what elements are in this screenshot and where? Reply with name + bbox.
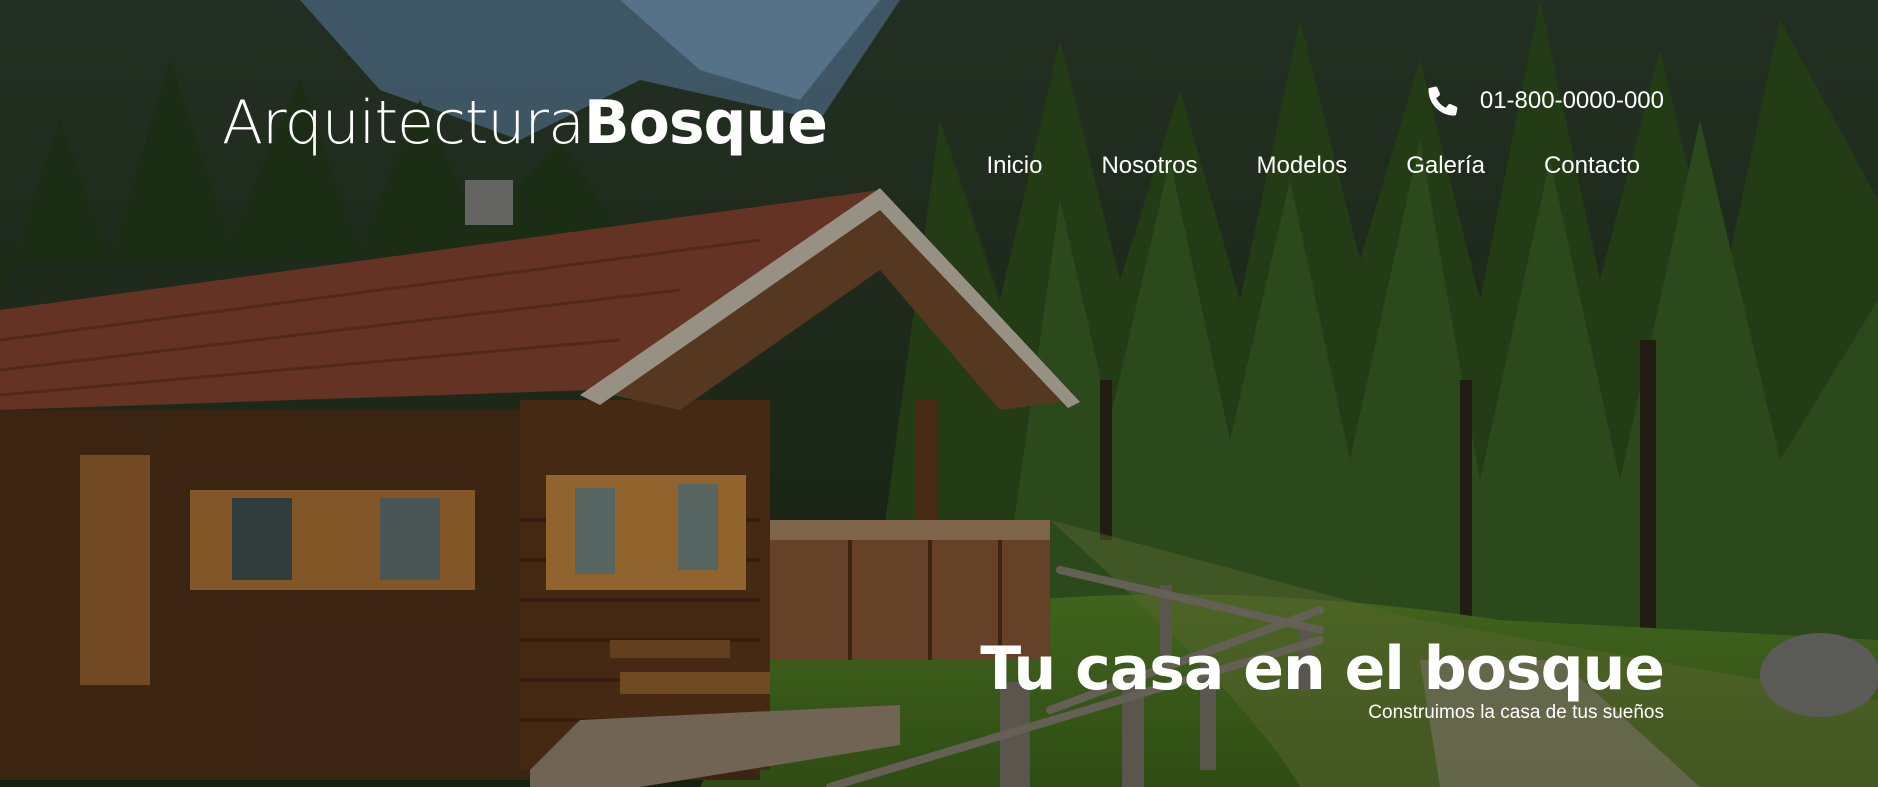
phone-number: 01-800-0000-000 xyxy=(1479,87,1664,114)
brand-logo[interactable]: ArquitecturaBosque xyxy=(222,88,828,158)
nav-item-inicio[interactable]: Inicio xyxy=(986,152,1042,180)
hero-subtitle: Construimos la casa de tus sueños xyxy=(1368,702,1664,723)
nav-item-modelos[interactable]: Modelos xyxy=(1257,152,1348,180)
phone-icon xyxy=(1424,82,1462,120)
nav-item-galeria[interactable]: Galería xyxy=(1406,152,1485,180)
nav-item-contacto[interactable]: Contacto xyxy=(1544,152,1640,180)
hero-section: ArquitecturaBosque 01-800-0000-000 Inici… xyxy=(0,0,1878,787)
hero-title: Tu casa en el bosque xyxy=(980,634,1665,704)
phone-contact[interactable]: 01-800-0000-000 xyxy=(1424,82,1664,120)
nav-item-nosotros[interactable]: Nosotros xyxy=(1101,152,1197,180)
brand-name-light: Arquitectura xyxy=(222,88,585,158)
hero-headline: Tu casa en el bosque Construimos la casa… xyxy=(980,634,1665,724)
main-nav: Inicio Nosotros Modelos Galería Contacto xyxy=(986,152,1640,180)
brand-name-bold: Bosque xyxy=(583,88,828,158)
